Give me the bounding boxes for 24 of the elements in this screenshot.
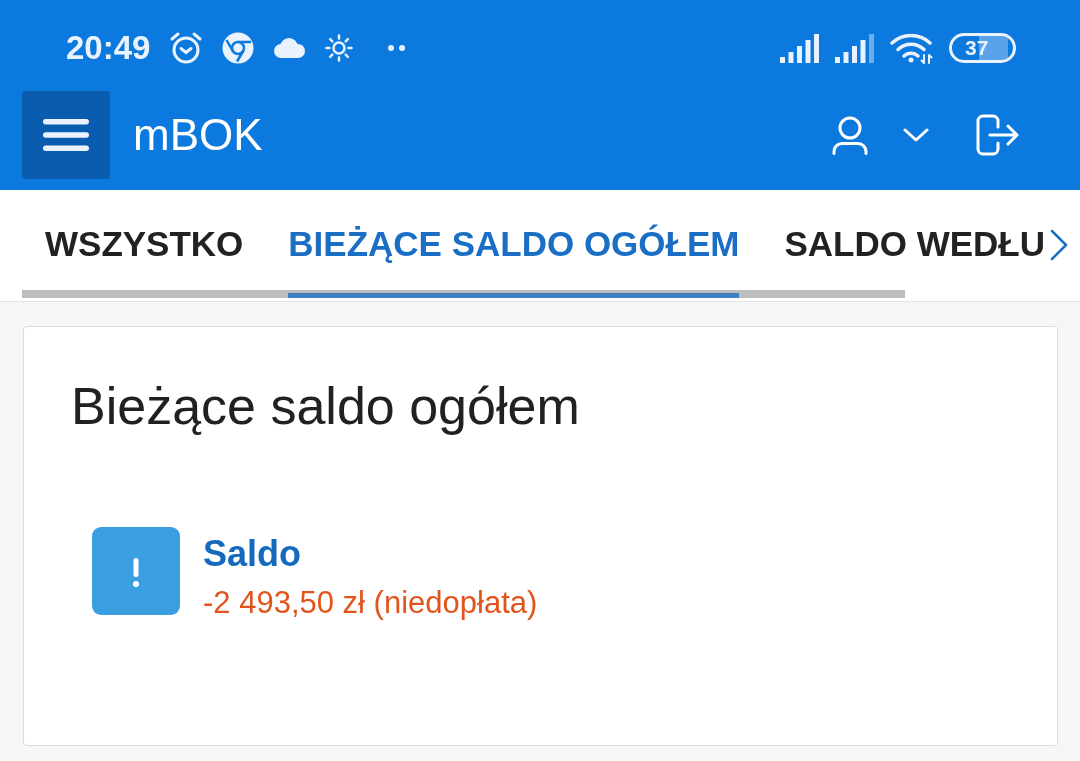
- signal-icon: [835, 33, 875, 63]
- alert-icon: [92, 527, 180, 615]
- balance-value: -2 493,50 zł (niedopłata): [203, 585, 538, 621]
- user-icon[interactable]: [832, 115, 868, 155]
- menu-button[interactable]: [22, 91, 110, 179]
- sun-icon: [325, 34, 354, 62]
- tab[interactable]: BIEŻĄCE SALDO OGÓŁEM: [288, 190, 740, 298]
- app-title: mBOK: [133, 110, 263, 160]
- status-time: 20:49: [66, 29, 151, 67]
- chevron-right-icon[interactable]: [1050, 229, 1068, 261]
- circle-logo-icon: [222, 32, 255, 64]
- tab[interactable]: WSZYSTKO: [45, 190, 244, 298]
- wifi-icon: [890, 32, 934, 64]
- alarm-clock-icon: [169, 31, 204, 65]
- signal-icon: [780, 33, 820, 63]
- menu-icon: [43, 119, 89, 151]
- battery-indicator: 37: [949, 33, 1016, 63]
- cloud-icon: [273, 38, 307, 58]
- chevron-down-icon[interactable]: [903, 128, 929, 142]
- balance-label: Saldo: [203, 533, 302, 575]
- tab[interactable]: SALDO WEDŁU: [784, 190, 1045, 298]
- dots-icon: [388, 45, 406, 51]
- logout-icon[interactable]: [976, 114, 1020, 156]
- card-title: Bieżące saldo ogółem: [71, 378, 581, 434]
